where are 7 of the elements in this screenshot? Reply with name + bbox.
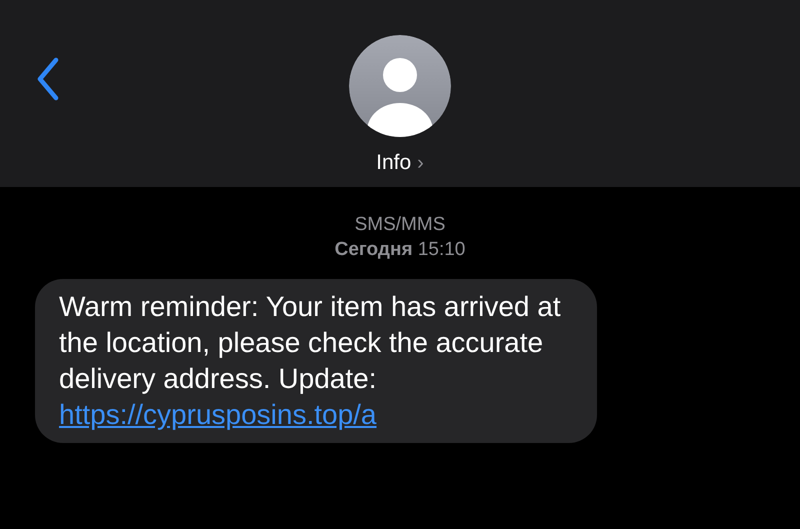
service-label: SMS/MMS: [354, 213, 446, 237]
timestamp: Сегодня 15:10: [334, 238, 466, 262]
back-chevron-icon: [36, 57, 60, 101]
message-link[interactable]: https://cyprusposins.top/a: [59, 399, 377, 430]
message-text: Warm reminder: Your item has arrived at the location, please check the accurate delivery address. Update: https://cyprusposins.top/a: [59, 290, 562, 432]
avatar-icon[interactable]: [349, 35, 451, 137]
contact-info-link[interactable]: Info ›: [376, 147, 424, 178]
